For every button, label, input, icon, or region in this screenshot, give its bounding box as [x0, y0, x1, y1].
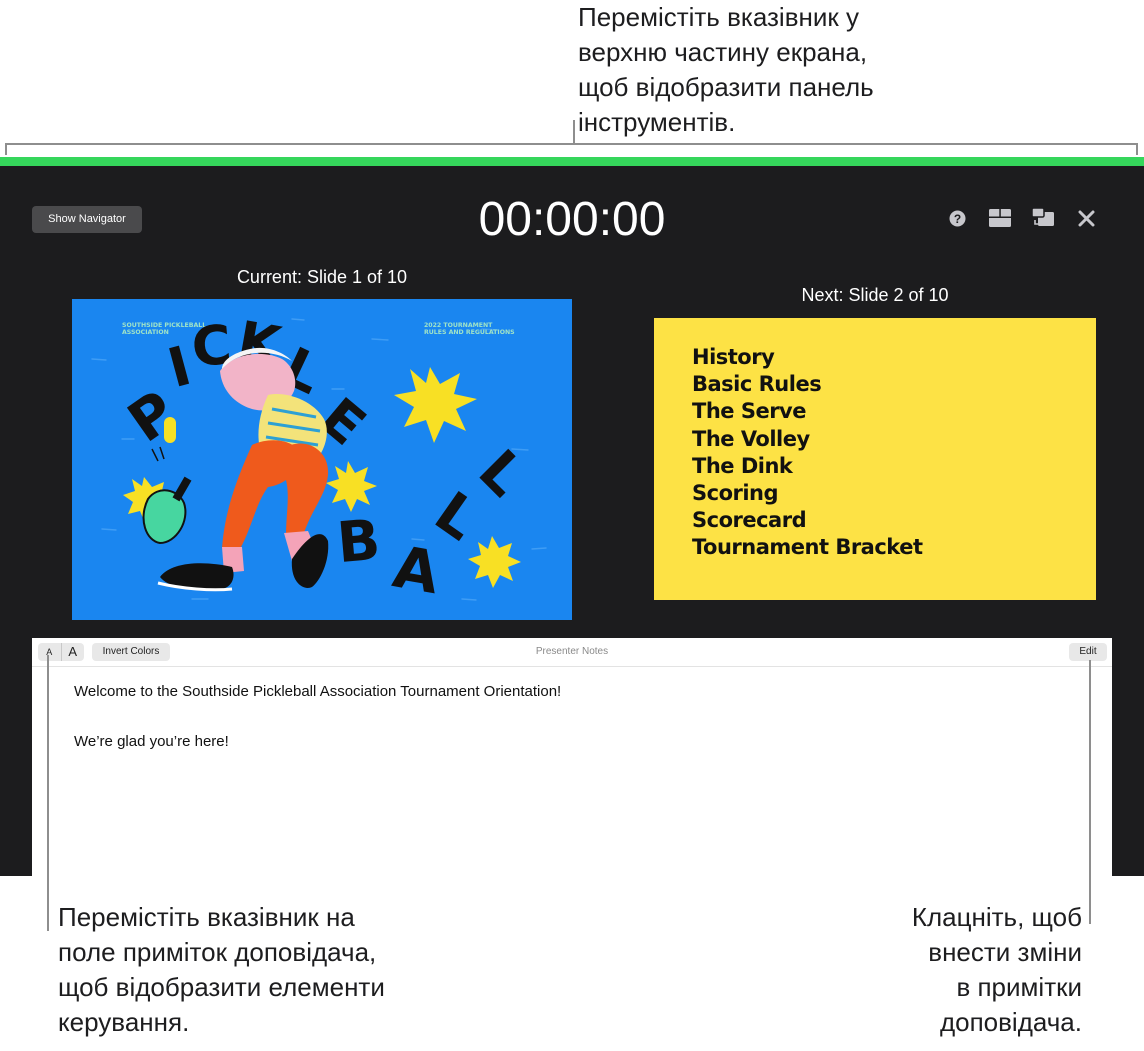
agenda-item: Scorecard [692, 508, 807, 533]
invert-colors-button[interactable]: Invert Colors [92, 643, 170, 661]
svg-text:B: B [335, 508, 383, 576]
agenda-item: The Serve [692, 399, 806, 424]
help-icon[interactable]: ? [946, 207, 968, 229]
toolbar-bracket [5, 143, 1138, 145]
toolbar-callout-stem [573, 120, 575, 144]
toolbar-callout-text: Перемістіть вказівник у верхню частину е… [578, 2, 874, 137]
svg-text:RULES AND REGULATIONS: RULES AND REGULATIONS [424, 329, 515, 336]
current-slide-preview[interactable]: SOUTHSIDE PICKLEBALL ASSOCIATION 2022 TO… [72, 299, 572, 620]
notes-controls-callout-text: Перемістіть вказівник на поле приміток д… [58, 902, 385, 1037]
svg-text:?: ? [953, 211, 960, 225]
notes-line: Welcome to the Southside Pickleball Asso… [74, 683, 562, 700]
edit-callout-text: Клацніть, щоб внести зміни в примітки до… [911, 902, 1082, 1037]
svg-text:2022 TOURNAMENT: 2022 TOURNAMENT [424, 322, 493, 329]
edit-callout-stem [1089, 660, 1091, 924]
edit-notes-button[interactable]: Edit [1069, 643, 1107, 661]
layout-icon[interactable] [989, 207, 1011, 229]
toolbar-bracket-left [5, 143, 7, 155]
agenda-item: Basic Rules [692, 372, 822, 397]
toolbar-bracket-right [1136, 143, 1138, 155]
swap-displays-icon[interactable] [1032, 207, 1054, 229]
presenter-notes-title: Presenter Notes [535, 646, 609, 657]
close-icon[interactable] [1075, 207, 1097, 229]
agenda-item: History [692, 345, 775, 369]
font-size-control: A A [38, 643, 84, 661]
current-slide-label: Current: Slide 1 of 10 [236, 267, 408, 287]
notes-controls-bar: A A Invert Colors Presenter Notes Edit [32, 638, 1112, 667]
svg-text:ASSOCIATION: ASSOCIATION [122, 329, 169, 336]
next-slide-preview[interactable]: History Basic Rules The Serve The Volley… [654, 318, 1096, 600]
pickleball-illustration: SOUTHSIDE PICKLEBALL ASSOCIATION 2022 TO… [91, 309, 547, 607]
svg-text:A: A [388, 532, 444, 607]
presenter-notes-panel[interactable]: A A Invert Colors Presenter Notes Edit W… [32, 638, 1112, 876]
presentation-timer[interactable]: 00:00:00 [420, 191, 724, 249]
agenda-item: The Volley [692, 426, 810, 451]
notes-line: We’re glad you’re here! [74, 733, 229, 750]
agenda-item: Tournament Bracket [692, 535, 923, 560]
agenda-item: The Dink [692, 453, 793, 478]
show-navigator-button[interactable]: Show Navigator [32, 206, 142, 233]
increase-font-button[interactable]: A [62, 643, 85, 661]
decrease-font-button[interactable]: A [38, 643, 62, 661]
next-slide-agenda: History Basic Rules The Serve The Volley… [692, 344, 923, 562]
toolbar-hover-zone[interactable] [0, 157, 1144, 166]
agenda-item: Scoring [692, 481, 779, 506]
presenter-display: Show Navigator 00:00:00 ? Current: Slide… [0, 157, 1144, 876]
notes-callout-stem [47, 655, 49, 931]
next-slide-label: Next: Slide 2 of 10 [801, 285, 949, 305]
